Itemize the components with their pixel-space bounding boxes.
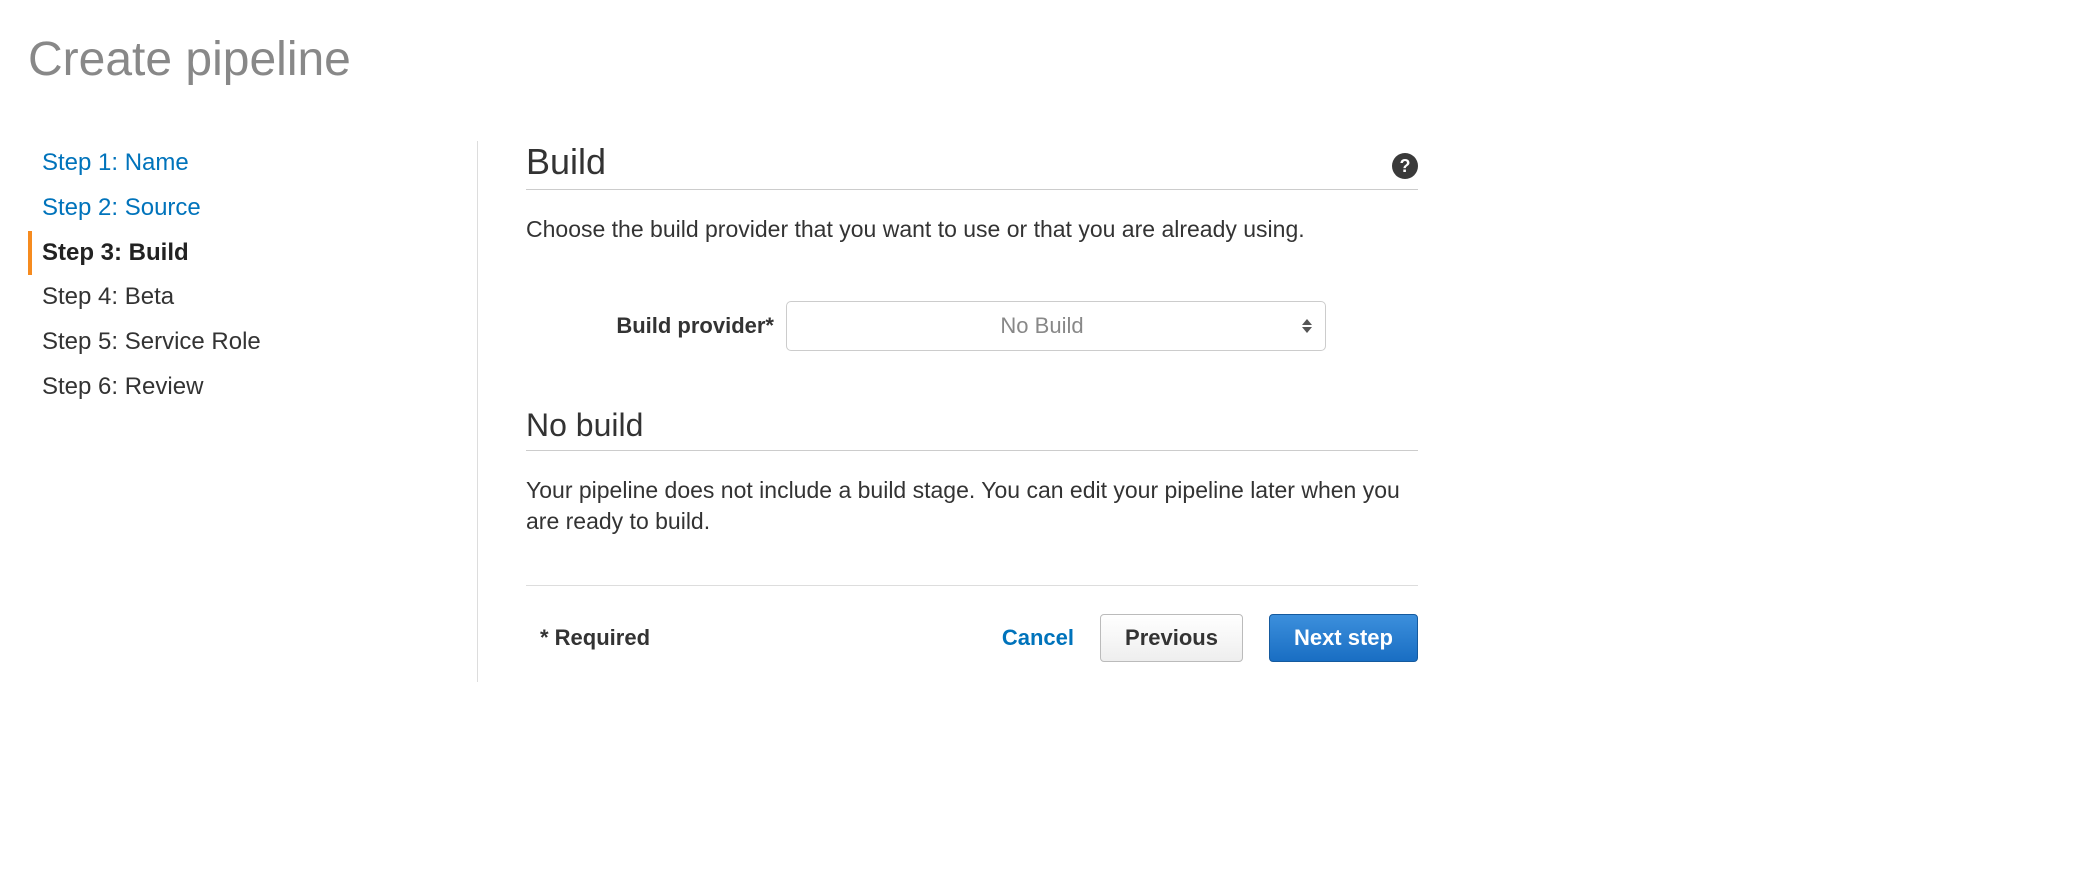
main-content: Build ? Choose the build provider that y… bbox=[478, 141, 1498, 682]
cancel-button[interactable]: Cancel bbox=[1002, 625, 1074, 651]
wizard-step-beta: Step 4: Beta bbox=[28, 275, 457, 320]
build-provider-label: Build provider* bbox=[526, 313, 786, 339]
build-provider-select[interactable]: No Build bbox=[786, 301, 1326, 351]
help-icon[interactable]: ? bbox=[1392, 153, 1418, 179]
wizard-step-name[interactable]: Step 1: Name bbox=[28, 141, 457, 186]
page-title: Create pipeline bbox=[28, 32, 2062, 87]
build-section-heading: Build bbox=[526, 141, 606, 183]
required-note: * Required bbox=[526, 625, 650, 651]
wizard-step-build[interactable]: Step 3: Build bbox=[28, 231, 457, 276]
wizard-step-service-role: Step 5: Service Role bbox=[28, 320, 457, 365]
wizard-step-review: Step 6: Review bbox=[28, 365, 457, 410]
build-section-description: Choose the build provider that you want … bbox=[526, 214, 1418, 245]
footer-divider bbox=[526, 585, 1418, 586]
no-build-description: Your pipeline does not include a build s… bbox=[526, 475, 1418, 537]
next-step-button[interactable]: Next step bbox=[1269, 614, 1418, 662]
no-build-heading: No build bbox=[526, 407, 1418, 451]
wizard-step-source[interactable]: Step 2: Source bbox=[28, 186, 457, 231]
wizard-steps-sidebar: Step 1: Name Step 2: Source Step 3: Buil… bbox=[28, 141, 478, 682]
previous-button[interactable]: Previous bbox=[1100, 614, 1243, 662]
